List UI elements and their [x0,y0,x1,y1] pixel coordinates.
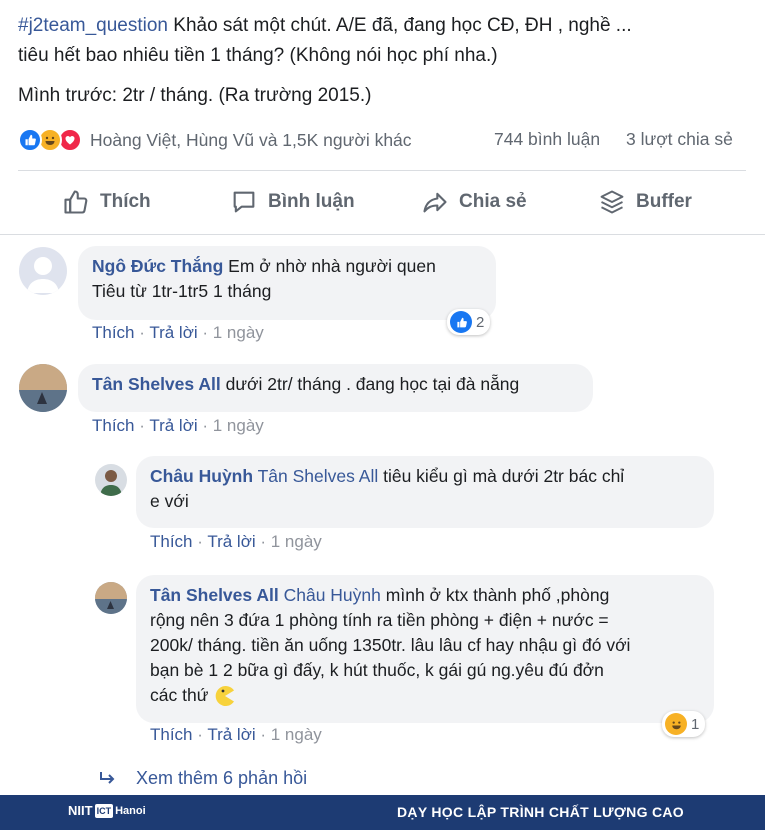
buffer-icon [600,190,624,214]
reply-text: e với [150,491,189,511]
like-icon [450,311,472,333]
reply-time[interactable]: 1 ngày [271,532,322,551]
default-avatar-icon [27,257,59,293]
thumbs-up-icon [64,190,88,214]
comment-button-label: Bình luận [268,191,355,212]
like-button[interactable]: Thích [62,186,151,218]
comment-meta: Thích · Trả lời · 1 ngày [92,323,264,342]
post-text-line-1: #j2team_question Khảo sát một chút. A/E … [18,12,632,40]
reply-author[interactable]: Châu Huỳnh [150,466,253,486]
reaction-names[interactable]: Hoàng Việt, Hùng Vũ và 1,5K người khác [90,130,412,151]
comment-like-link[interactable]: Thích [92,323,135,342]
reaction-count: 1 [691,715,700,733]
comment-bubble: Ngô Đức Thắng Em ở nhờ nhà người quen Ti… [78,246,496,320]
share-count[interactable]: 3 lượt chia sẻ [626,129,733,150]
buffer-button[interactable]: Buffer [598,186,692,218]
comment-meta: Thích · Trả lời · 1 ngày [92,416,264,435]
avatar[interactable] [95,582,127,614]
share-icon [423,192,447,213]
share-button-label: Chia sẻ [459,191,527,212]
reply-reply-link[interactable]: Trả lời [207,725,255,744]
logo-city: Hanoi [115,804,146,817]
logo-text: NIIT [68,803,93,818]
reply-author[interactable]: Tân Shelves All [150,585,279,605]
haha-icon [665,713,687,735]
view-more-replies[interactable]: Xem thêm 6 phản hồi [98,768,307,789]
like-icon [18,128,42,152]
post-text-line-3: Mình trước: 2tr / tháng. (Ra trường 2015… [18,85,372,106]
post-text-line-2: tiêu hết bao nhiêu tiền 1 tháng? (Không … [18,45,498,66]
comment-time[interactable]: 1 ngày [213,323,264,342]
reply-text: mình ở ktx thành phố ,phòng [385,585,610,605]
comment-button[interactable]: Bình luận [230,186,355,218]
reply-mention[interactable]: Châu Huỳnh [284,585,381,605]
comment-text: Em ở nhờ nhà người quen [228,256,436,276]
footer-slogan: DẠY HỌC LẬP TRÌNH CHẤT LƯỢNG CAO [397,804,684,820]
reply-time[interactable]: 1 ngày [271,725,322,744]
reply-meta: Thích · Trả lời · 1 ngày [150,532,322,551]
divider [18,170,746,171]
reply-like-link[interactable]: Thích [150,532,193,551]
comment-author[interactable]: Ngô Đức Thắng [92,256,223,276]
reply-text: bạn bè 1 2 bữa gì đấy, k hút thuốc, k gá… [150,660,604,680]
post-text-fragment: Khảo sát một chút. A/E đã, đang học CĐ, … [168,15,632,36]
comment-like-link[interactable]: Thích [92,416,135,435]
reply-text: tiêu kiểu gì mà dưới 2tr bác chỉ [383,466,625,486]
comment-author[interactable]: Tân Shelves All [92,374,221,394]
reply-text: 200k/ tháng. tiền ăn uống 1350tr. lâu lâ… [150,635,631,655]
reaction-count-badge[interactable]: 1 [662,711,706,737]
logo-badge: ICT [94,803,114,818]
comment-text: dưới 2tr/ tháng . đang học tại đà nẵng [225,374,520,394]
reply-text: rộng nên 3 đứa 1 phòng tính ra tiền phòn… [150,610,609,630]
hashtag-link[interactable]: #j2team_question [18,15,168,36]
divider [0,234,765,235]
pacman-emoji-icon [216,685,235,706]
comment-text: Tiêu từ 1tr-1tr5 1 tháng [92,281,272,301]
comment-time[interactable]: 1 ngày [213,416,264,435]
reply-reply-link[interactable]: Trả lời [207,532,255,551]
comment-reply-link[interactable]: Trả lời [149,416,197,435]
comment-icon [233,191,255,213]
reply-bubble: Tân Shelves All Châu Huỳnh mình ở ktx th… [136,575,714,723]
avatar[interactable] [95,464,127,496]
reply-text: các thứ [150,685,209,705]
buffer-button-label: Buffer [636,191,692,212]
footer-banner: NIIT ICT Hanoi DẠY HỌC LẬP TRÌNH CHẤT LƯ… [0,795,765,830]
reaction-count-badge[interactable]: 2 [447,309,491,335]
reply-meta: Thích · Trả lời · 1 ngày [150,725,322,744]
like-button-label: Thích [100,191,151,212]
reaction-count: 2 [476,313,485,331]
avatar[interactable] [19,247,67,295]
avatar-photo-icon [19,364,67,412]
avatar-photo-icon [95,582,127,614]
share-button[interactable]: Chia sẻ [421,186,527,218]
avatar[interactable] [19,364,67,412]
niit-logo: NIIT ICT Hanoi [68,803,146,818]
avatar-photo-icon [95,464,127,496]
reply-bubble: Châu Huỳnh Tân Shelves All tiêu kiểu gì … [136,456,714,528]
comment-reply-link[interactable]: Trả lời [149,323,197,342]
reply-like-link[interactable]: Thích [150,725,193,744]
reply-arrow-icon [100,771,115,784]
comment-count[interactable]: 744 bình luận [494,129,600,150]
reaction-summary[interactable]: Hoàng Việt, Hùng Vũ và 1,5K người khác [18,126,412,154]
view-more-replies-label: Xem thêm 6 phản hồi [136,768,308,788]
comment-bubble: Tân Shelves All dưới 2tr/ tháng . đang h… [78,364,593,412]
reply-mention[interactable]: Tân Shelves All [258,466,379,486]
